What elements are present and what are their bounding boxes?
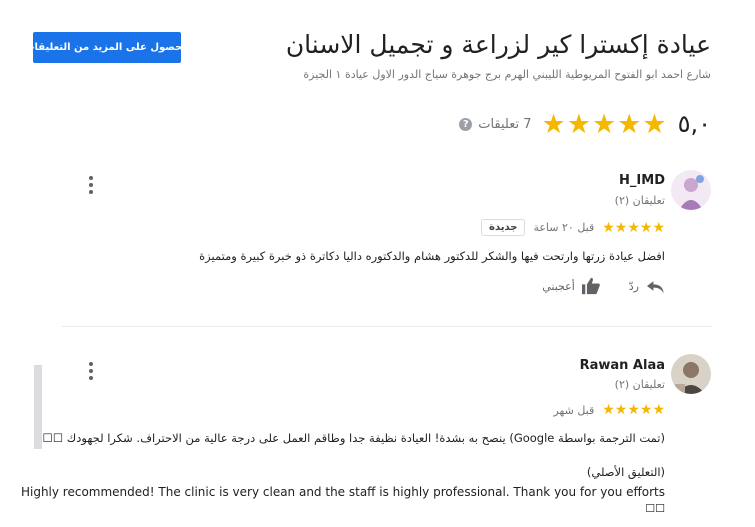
- reply-label: ردّ: [628, 279, 639, 293]
- review-divider: [62, 326, 712, 327]
- reviewer-meta: تعليقان (٢): [614, 194, 665, 207]
- review-count-wrap: 7 تعليقات ?: [459, 117, 532, 132]
- scroll-indicator[interactable]: [34, 365, 42, 449]
- review-time: قبل ٢٠ ساعة: [533, 221, 595, 234]
- avatar[interactable]: [671, 170, 711, 210]
- review-menu-button[interactable]: [88, 362, 94, 380]
- rating-stars: ★★★★★: [541, 108, 668, 140]
- page-title: عيادة إكسترا كير لزراعة و تجميل الاسنان: [285, 30, 711, 59]
- review-menu-button[interactable]: [88, 176, 94, 194]
- review-stars: ★★★★★: [602, 219, 665, 236]
- rating-value: ٥,٠: [677, 110, 711, 138]
- more-vert-icon[interactable]: [88, 362, 94, 380]
- reviewer-name[interactable]: Rawan Alaa: [580, 358, 665, 373]
- rating-summary: ٥,٠ ★★★★★ 7 تعليقات ?: [459, 110, 711, 138]
- reply-icon: [647, 281, 664, 294]
- review-text: افضل عيادة زرتها وارتحت فيها والشكر للدك…: [199, 249, 665, 263]
- original-review-text: Highly recommended! The clinic is very c…: [20, 485, 665, 499]
- review-time: قبل شهر: [553, 403, 595, 417]
- more-reviews-button[interactable]: الحصول على المزيد من التعليقات: [24, 32, 190, 63]
- place-address: شارع احمد ابو الفتوح المريوطية الليبني ا…: [303, 68, 711, 81]
- more-vert-icon[interactable]: [88, 176, 94, 194]
- reviewer-meta: تعليقان (٢): [614, 378, 665, 391]
- review-stars: ★★★★★: [602, 402, 665, 418]
- original-review-text-end: ☐☐: [645, 502, 665, 515]
- review-translated-text: (تمت الترجمة بواسطة Google) ينصح به بشدة…: [42, 431, 665, 445]
- original-review-label: (التعليق الأصلي): [586, 465, 665, 479]
- thumb-up-icon: [581, 277, 600, 295]
- review-count[interactable]: 7 تعليقات: [478, 117, 531, 132]
- reviewer-name[interactable]: H_IMD: [619, 173, 665, 188]
- help-icon[interactable]: ?: [459, 117, 473, 131]
- reply-button[interactable]: ردّ: [629, 277, 665, 295]
- like-label: أعجبني: [542, 279, 575, 293]
- like-button[interactable]: أعجبني: [542, 277, 601, 295]
- review-actions: ردّ أعجبني: [542, 277, 665, 295]
- review-rating-row: ★★★★★ قبل شهر: [553, 403, 665, 417]
- avatar[interactable]: [671, 354, 711, 394]
- new-badge: جديدة: [481, 219, 526, 236]
- review-rating-row: ★★★★★ قبل ٢٠ ساعة جديدة: [481, 219, 665, 236]
